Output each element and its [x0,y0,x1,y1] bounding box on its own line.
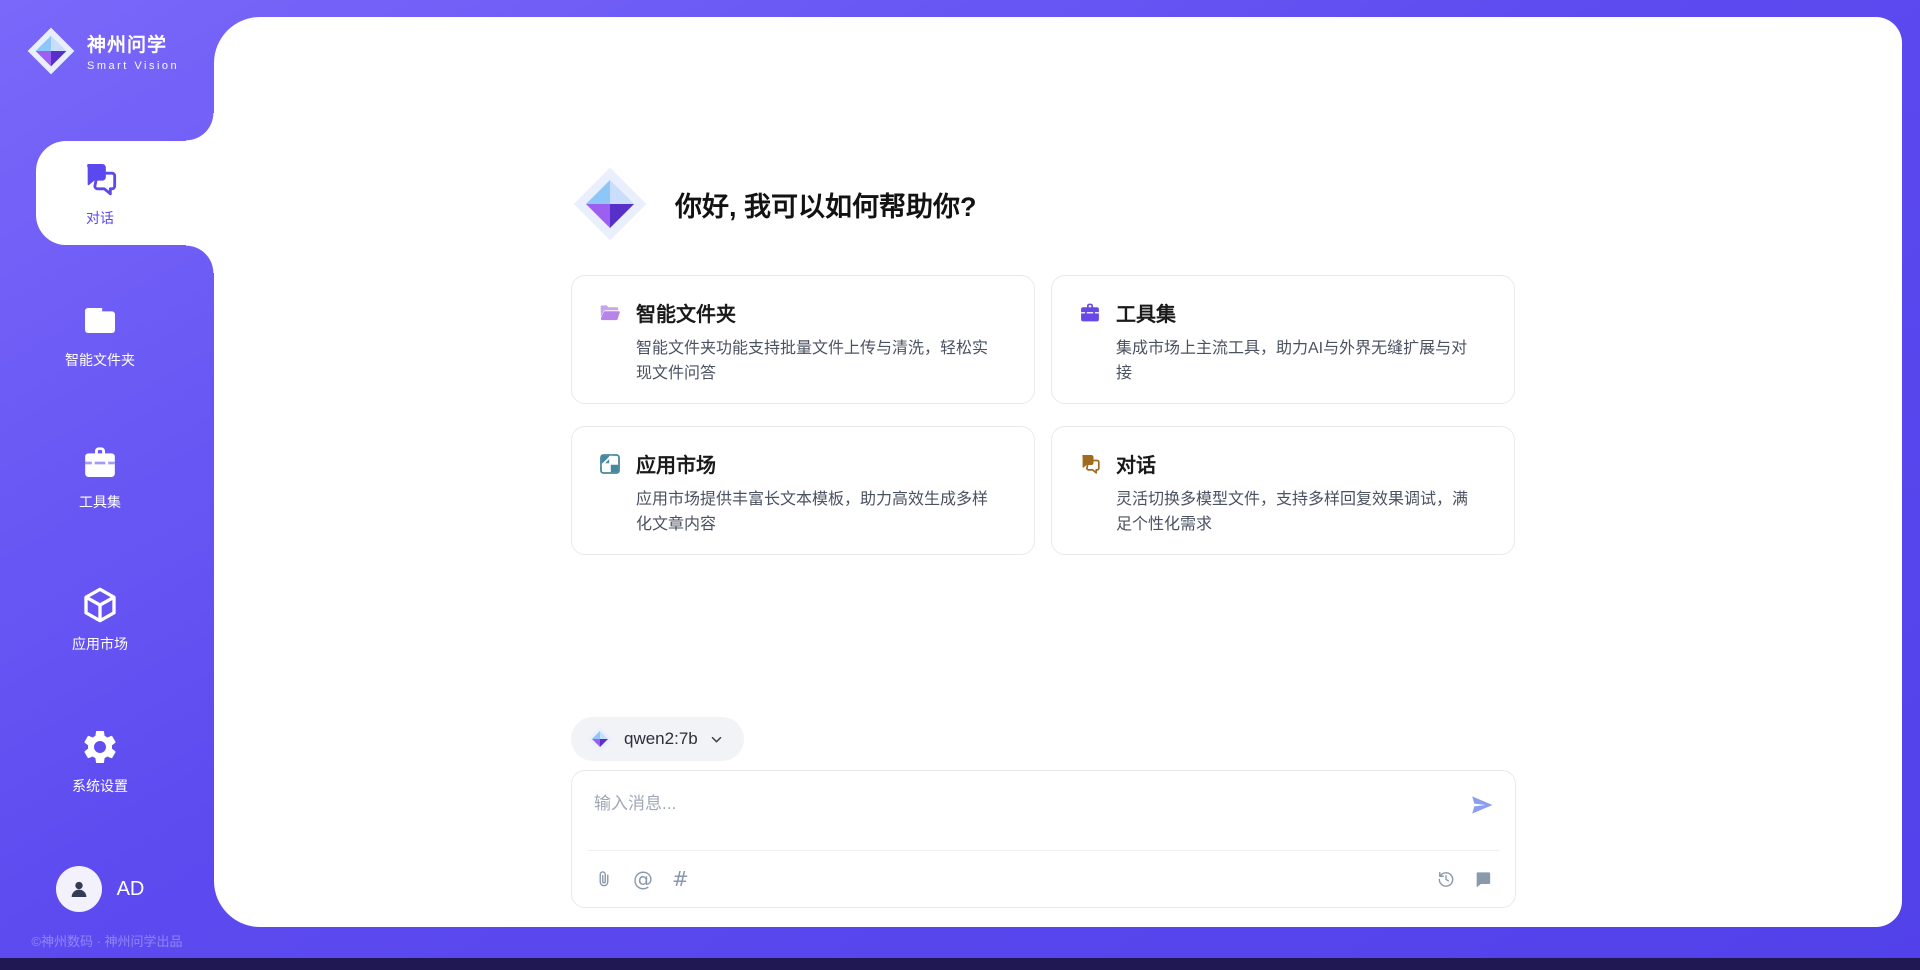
chevron-down-icon [709,732,724,747]
sidebar-item-toolset[interactable]: 工具集 [0,425,200,529]
card-description: 灵活切换多模型文件，支持多样回复效果调试，满足个性化需求 [1116,487,1478,537]
send-button[interactable] [1469,793,1495,819]
app-window: 神州问学 Smart Vision 对话 智能文件夹 [0,0,1920,970]
main-content: 你好, 我可以如何帮助你? 智能文件夹 智能文件夹功能支持批量文件上传与清洗，轻… [214,17,1902,927]
feature-cards: 智能文件夹 智能文件夹功能支持批量文件上传与清洗，轻松实现文件问答 工具集 集成… [571,275,1515,555]
model-selector[interactable]: qwen2:7b [571,717,744,761]
chat-icon [80,159,120,199]
card-description: 应用市场提供丰富长文本模板，助力高效生成多样化文章内容 [636,487,998,537]
chat-icon [1078,452,1102,476]
composer-toolbar: @ # [594,851,1493,907]
message-input[interactable] [594,787,1404,821]
sidebar: 神州问学 Smart Vision 对话 智能文件夹 [0,0,214,970]
greeting-block: 你好, 我可以如何帮助你? [571,165,977,243]
send-icon [1470,793,1494,817]
sidebar-item-label: 工具集 [79,492,121,512]
chat-bubble-icon [1473,869,1493,889]
card-title: 工具集 [1116,298,1176,327]
sidebar-item-label: 智能文件夹 [65,350,135,370]
grid-icon [598,452,622,476]
app-logo: 神州问学 Smart Vision [26,26,179,76]
card-toolset[interactable]: 工具集 集成市场上主流工具，助力AI与外界无缝扩展与对接 [1051,275,1515,404]
history-button[interactable] [1436,869,1456,889]
toolbox-icon [1078,301,1102,325]
message-composer: @ # [571,770,1516,908]
mention-button[interactable]: @ [633,869,653,889]
card-description: 集成市场上主流工具，助力AI与外界无缝扩展与对接 [1116,336,1478,386]
card-title: 对话 [1116,449,1156,478]
window-bottom-edge [0,958,1920,970]
folder-open-icon [598,301,622,325]
card-chat[interactable]: 对话 灵活切换多模型文件，支持多样回复效果调试，满足个性化需求 [1051,426,1515,555]
at-icon: @ [633,869,653,889]
copyright-footer: ©神州数码 · 神州问学出品 [10,931,204,950]
folder-icon [80,301,120,341]
avatar [56,866,102,912]
sidebar-nav: 对话 智能文件夹 工具集 [0,141,214,851]
greeting-title: 你好, 我可以如何帮助你? [675,185,977,224]
sidebar-item-chat[interactable]: 对话 [0,141,200,245]
card-title: 智能文件夹 [636,298,736,327]
app-name: 神州问学 [87,30,179,57]
toolbox-icon [80,443,120,483]
user-profile[interactable]: AD [0,866,200,912]
model-name: qwen2:7b [624,729,698,749]
sidebar-item-label: 系统设置 [72,776,128,796]
sidebar-item-label: 对话 [86,208,114,228]
history-icon [1436,869,1456,889]
user-name: AD [117,878,145,901]
paperclip-icon [594,869,614,889]
app-subtitle: Smart Vision [87,60,179,72]
diamond-logo-icon [26,26,76,76]
card-description: 智能文件夹功能支持批量文件上传与清洗，轻松实现文件问答 [636,336,998,386]
active-pill [36,141,214,245]
user-avatar-icon [66,876,92,902]
card-title: 应用市场 [636,449,716,478]
new-chat-button[interactable] [1473,869,1493,889]
cube-icon [80,585,120,625]
sidebar-item-app-market[interactable]: 应用市场 [0,567,200,671]
card-app-market[interactable]: 应用市场 应用市场提供丰富长文本模板，助力高效生成多样化文章内容 [571,426,1035,555]
attach-file-button[interactable] [594,869,614,889]
hash-icon: # [672,869,689,889]
topic-button[interactable]: # [672,869,689,889]
diamond-logo-icon [571,165,649,243]
sidebar-item-settings[interactable]: 系统设置 [0,709,200,813]
diamond-logo-icon [587,726,613,752]
sidebar-item-label: 应用市场 [72,634,128,654]
card-smart-folder[interactable]: 智能文件夹 智能文件夹功能支持批量文件上传与清洗，轻松实现文件问答 [571,275,1035,404]
gear-icon [80,727,120,767]
sidebar-item-smart-folder[interactable]: 智能文件夹 [0,283,200,387]
